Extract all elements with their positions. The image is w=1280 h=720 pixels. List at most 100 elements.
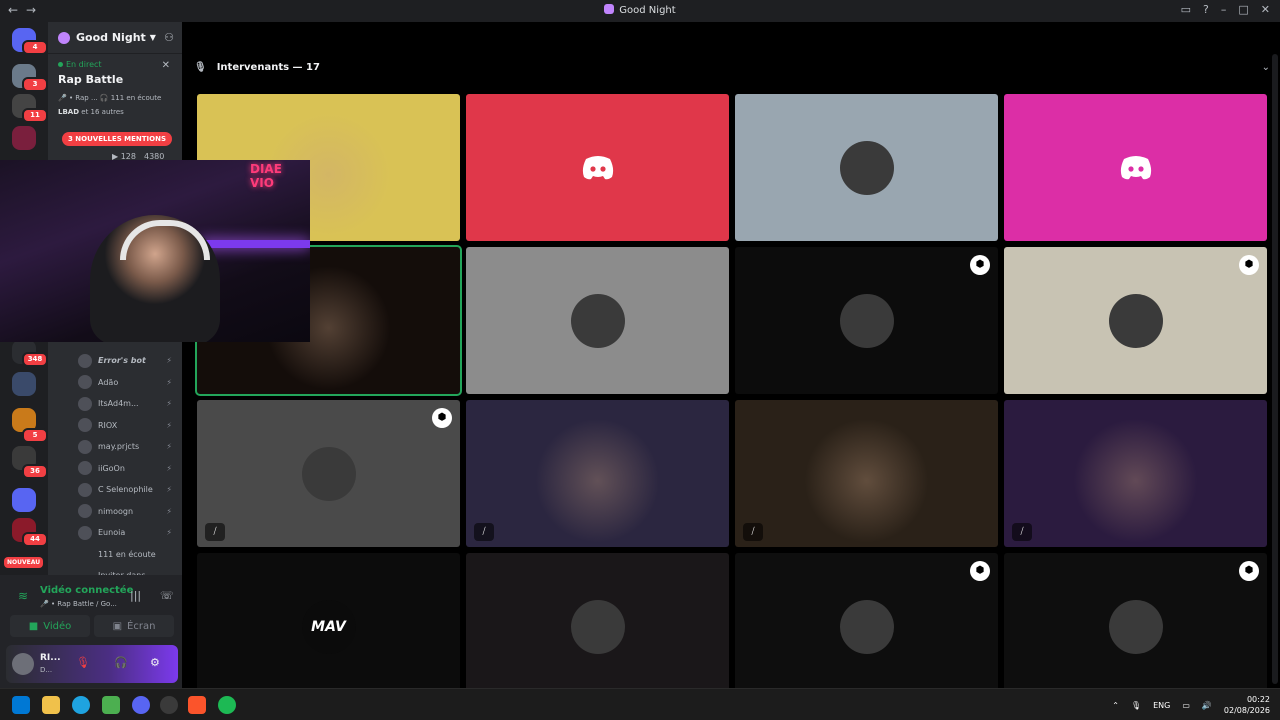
member-row[interactable]: nimoogn ⚡ [48,501,182,523]
muted-icon: ⚡ [166,399,172,409]
member-name: ItsAd4m... [98,399,139,409]
member-row[interactable]: Eunoia ⚡ [48,522,182,544]
scrollbar[interactable] [1272,54,1278,684]
speaker-tile[interactable]: ⧸ [735,400,998,547]
voice-channel-label[interactable]: 🎤 • Rap Battle / Go... [40,600,117,608]
member-row[interactable]: Adão ⚡ [48,372,182,394]
mic-icon[interactable]: 🎙 [1131,701,1141,710]
minimize-button[interactable]: – [1221,3,1227,16]
avatar [570,293,625,348]
muted-icon: ⚡ [166,528,172,538]
stage-title: Rap Battle [58,73,124,86]
add-user-icon[interactable]: ⚇ [164,31,174,44]
mic-icon: 🎙 [194,62,207,73]
speaker-tile[interactable]: ⬢ [1004,553,1267,700]
disconnect-icon[interactable]: ☏ [160,589,174,602]
stream-popout[interactable]: DIAE VIO [0,160,310,342]
member-row[interactable]: iiGoOn ⚡ [48,458,182,480]
discord-taskbar-icon[interactable] [132,696,150,714]
speaker-tile[interactable] [466,94,729,241]
chevron-up-icon[interactable]: ⌃ [1112,701,1119,710]
discord-logo-icon [582,155,613,179]
listeners-label: 111 en écoute [98,549,156,559]
chevron-down-icon[interactable]: ⌄ [1262,62,1270,73]
maximize-button[interactable]: □ [1238,3,1248,16]
member-name: Adão [98,377,119,387]
brave-icon[interactable] [188,696,206,714]
window-controls: ▭ ? – □ ✕ [1181,3,1270,16]
signal-icon: ≋ [18,589,29,603]
server-icon[interactable] [12,126,36,150]
member-row[interactable]: may.prjcts ⚡ [48,436,182,458]
speaker-grid: ⬢ ⬢ ⬢ ⧸ ⧸ ⧸ ⧸ MAV ⬢ ⬢ [195,94,1267,700]
avatar [78,525,92,540]
window-title: Good Night [0,4,1280,16]
neon-light [200,240,310,248]
live-status: En direct [58,60,172,69]
server-badge: 11 [22,108,48,123]
avatar [78,482,92,497]
avatar [839,140,894,195]
edge-icon[interactable] [72,696,90,714]
gear-icon[interactable]: ⚙ [150,656,160,669]
member-name: RIOX [98,420,118,430]
speaker-tile[interactable] [466,247,729,394]
speaker-tile[interactable]: ⬢ [1004,247,1267,394]
speaker-tile[interactable] [735,94,998,241]
network-icon[interactable]: ▭ [1182,701,1190,710]
server-icon[interactable] [12,372,36,396]
speaker-tile[interactable]: ⧸ [1004,400,1267,547]
member-row[interactable]: RIOX ⚡ [48,415,182,437]
app-icon[interactable] [160,696,178,714]
system-tray: ⌃ 🎙 ENG ▭ 🔊 00:22 02/08/2026 [1112,694,1270,716]
windows-start-icon[interactable] [12,696,30,714]
member-name: may.prjcts [98,442,140,452]
server-badge: 3 [22,77,48,92]
speaker-tile[interactable]: ⬢ [735,553,998,700]
mentions-pill[interactable]: 3 NOUVELLES MENTIONS [62,132,173,146]
soundwave-icon[interactable]: ||| [130,589,141,602]
chevron-down-icon: ▼ [149,33,156,42]
app-icon[interactable] [102,696,120,714]
member-row[interactable]: Error's bot ⚡ [48,350,182,372]
screen-share-button[interactable]: ▣ Écran [94,615,174,637]
server-header[interactable]: Good Night ▼ ⚇ [48,22,182,54]
clock[interactable]: 00:22 02/08/2026 [1224,694,1270,716]
muted-icon: ⚡ [166,442,172,452]
camera-icon: ■ [28,620,39,632]
inbox-icon[interactable]: ▭ [1181,3,1191,16]
headphones-icon[interactable]: 🎧 [114,656,128,669]
spotify-icon[interactable] [218,696,236,714]
stage-people: LBAD et 16 autres [58,108,124,116]
close-icon[interactable]: ✕ [162,60,170,71]
member-row[interactable]: C Selenophile ⚡ [48,479,182,501]
speaker-tile[interactable]: ⬢ [735,247,998,394]
language-indicator[interactable]: ENG [1153,701,1170,710]
speaker-tile[interactable]: MAV [197,553,460,700]
live-stage-card[interactable]: En direct ✕ Rap Battle 🎤 • Rap ... 🎧 111… [48,54,182,116]
avatar [78,375,92,390]
speaker-tile[interactable]: ⧸ [466,400,729,547]
speaker-tile[interactable]: ⬢ ⧸ [197,400,460,547]
member-name: iiGoOn [98,463,125,473]
video-button[interactable]: ■ Vidéo [10,615,90,637]
member-name: Error's bot [98,356,146,366]
mic-muted-icon: ⧸ [205,523,225,541]
folder-icon[interactable] [12,488,36,512]
screen-icon: ▣ [112,620,123,632]
home-badge: 4 [22,40,48,55]
member-row[interactable]: ItsAd4m... ⚡ [48,393,182,415]
close-button[interactable]: ✕ [1261,3,1270,16]
speaker-tile[interactable] [1004,94,1267,241]
mic-muted-icon[interactable]: 🎙 [76,656,90,669]
mic-muted-icon: ⧸ [474,523,494,541]
help-icon[interactable]: ? [1203,3,1209,16]
avatar[interactable] [12,653,34,675]
file-explorer-icon[interactable] [42,696,60,714]
muted-icon: ⚡ [166,463,172,473]
speaker-tile[interactable] [466,553,729,700]
voice-member-list: Error's bot ⚡ Adão ⚡ ItsAd4m... ⚡ RIOX ⚡ may.prj… [48,350,182,587]
shield-icon: ⬢ [1239,561,1259,581]
listeners-row[interactable]: 111 en écoute [48,544,182,566]
volume-icon[interactable]: 🔊 [1202,701,1212,710]
